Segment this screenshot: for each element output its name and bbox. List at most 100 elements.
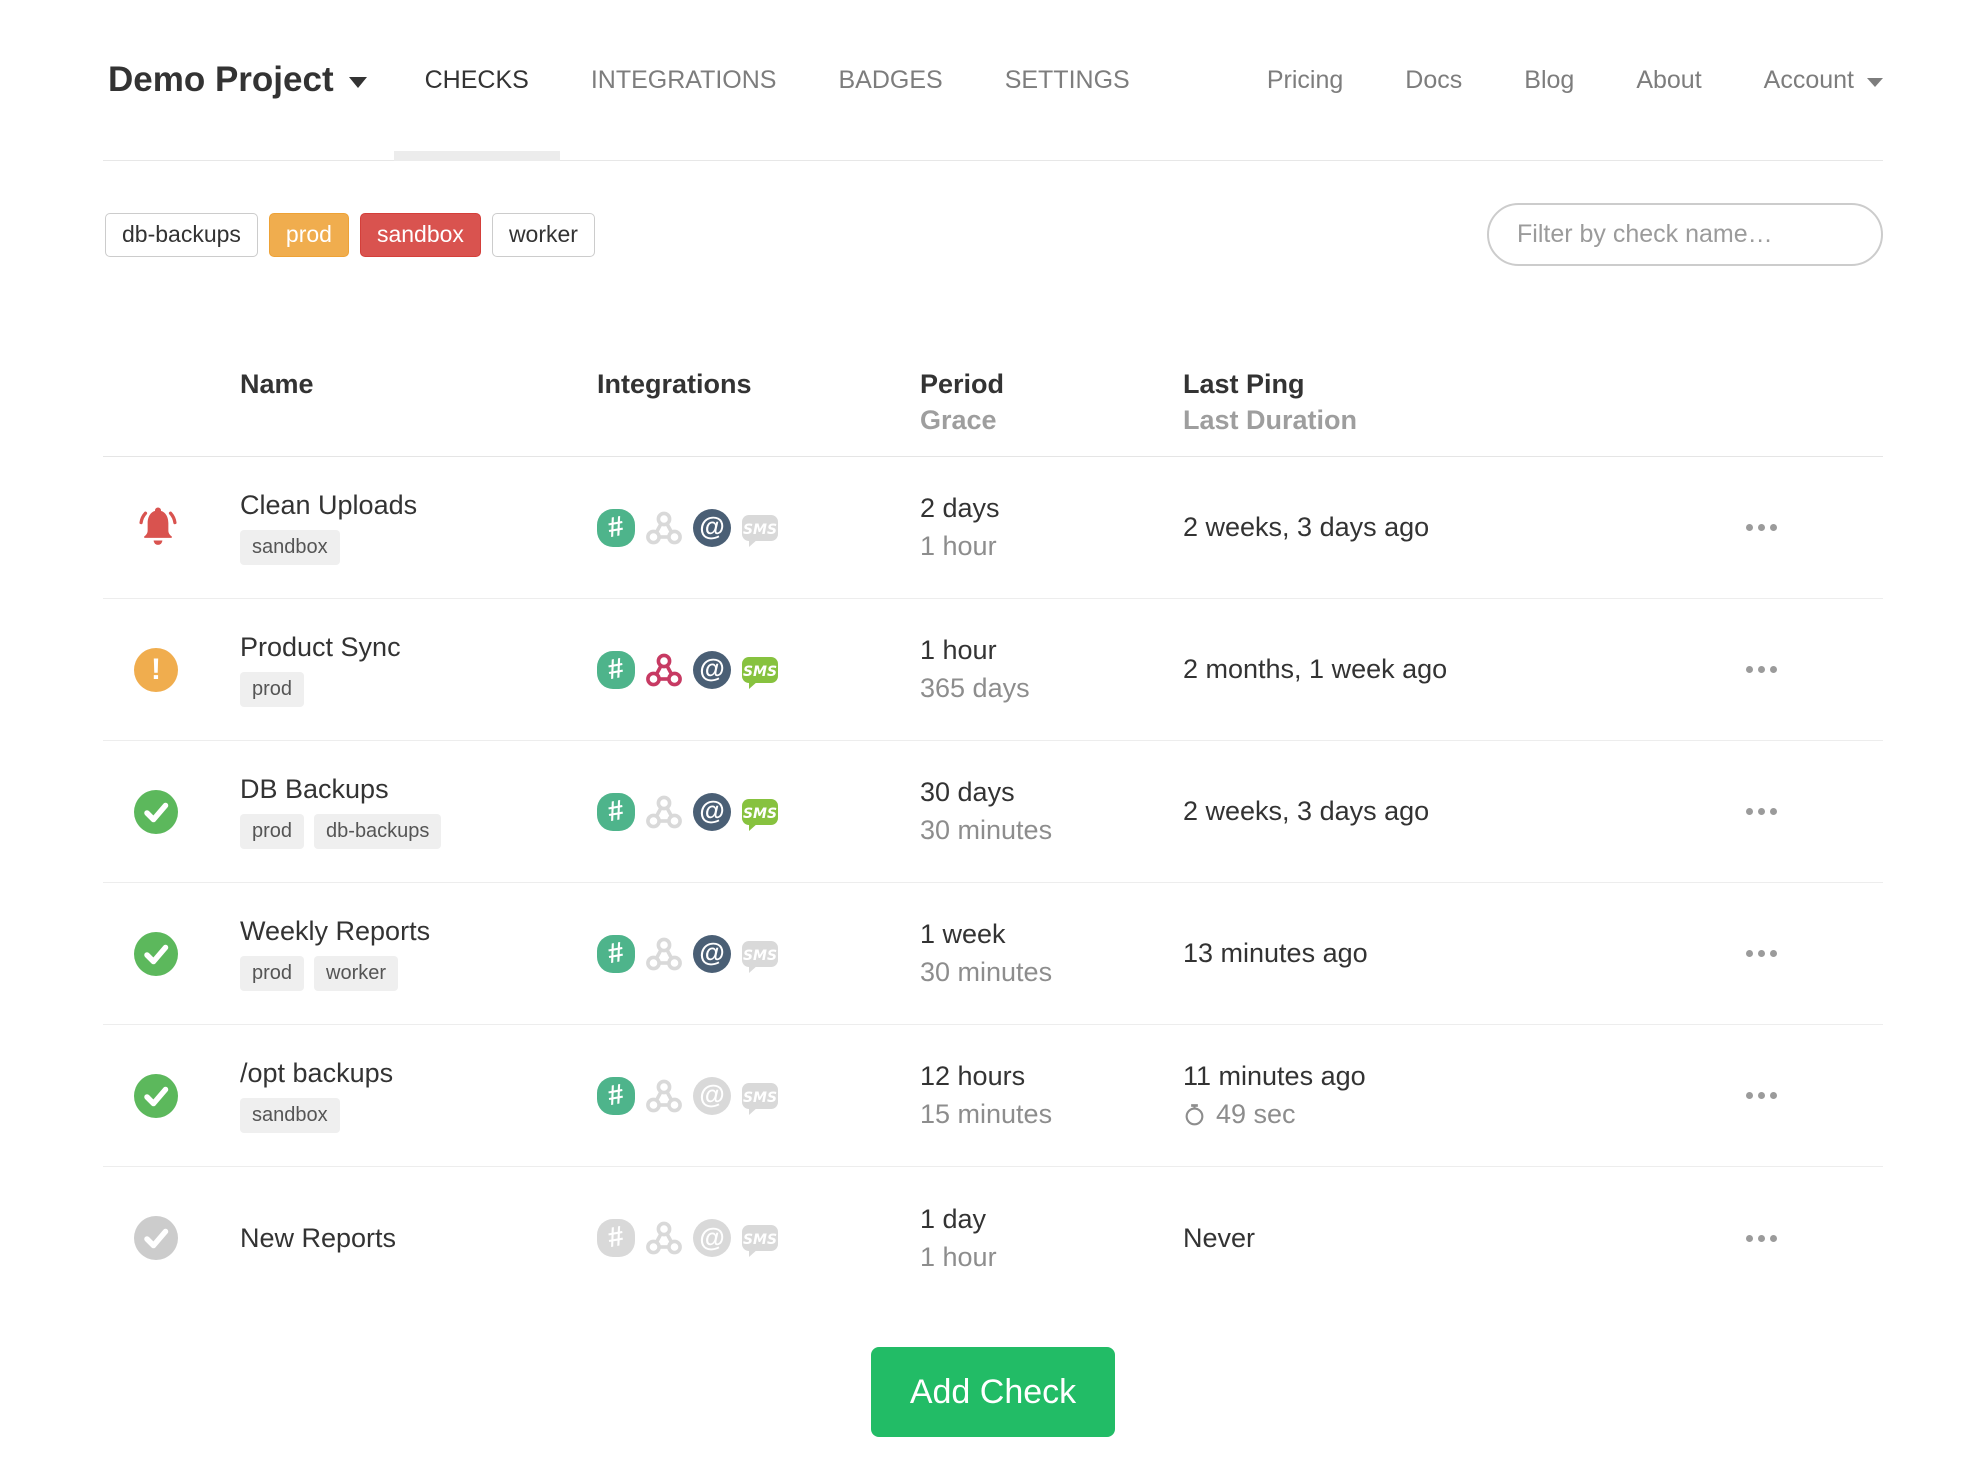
row-menu-button[interactable] <box>1734 938 1789 969</box>
nav-tabs: CHECKS INTEGRATIONS BADGES SETTINGS <box>393 0 1161 161</box>
stopwatch-icon <box>1185 1104 1204 1126</box>
header-period: Period <box>920 369 1005 399</box>
exclamation-icon: ! <box>134 647 178 692</box>
tag-chip: sandbox <box>240 1098 340 1133</box>
row-menu-button[interactable] <box>1734 1223 1789 1254</box>
check-name[interactable]: Weekly Reports <box>240 916 597 947</box>
check-name[interactable]: Product Sync <box>240 632 597 663</box>
last-ping-cell: 11 minutes ago 49 sec <box>1183 1061 1723 1130</box>
svg-text:SMS: SMS <box>743 522 777 538</box>
svg-text:SMS: SMS <box>743 664 777 680</box>
webhook-icon <box>645 793 683 831</box>
integrations-cell: # @ SMS <box>597 934 920 973</box>
ellipsis-icon <box>1746 1234 1753 1242</box>
last-ping-value: 2 weeks, 3 days ago <box>1183 796 1430 826</box>
row-menu-button[interactable] <box>1734 512 1789 543</box>
tab-settings[interactable]: SETTINGS <box>974 0 1161 160</box>
tab-checks[interactable]: CHECKS <box>393 0 561 161</box>
last-ping-value: 2 months, 1 week ago <box>1183 654 1448 684</box>
sms-icon: SMS <box>741 1077 779 1115</box>
sms-icon: SMS <box>741 793 779 831</box>
email-icon: @ <box>693 934 731 973</box>
nav-link-about[interactable]: About <box>1605 0 1732 160</box>
ellipsis-icon <box>1746 808 1753 815</box>
integrations-cell: # @ SMS <box>597 1076 920 1115</box>
account-menu[interactable]: Account <box>1733 0 1883 160</box>
name-cell: Product Sync prod <box>240 632 597 707</box>
last-ping-cell: 13 minutes ago <box>1183 938 1723 969</box>
table-row: Weekly Reports prod worker # @ SMS 1 wee… <box>103 883 1883 1025</box>
nav-link-docs[interactable]: Docs <box>1374 0 1493 160</box>
row-menu-cell <box>1723 796 1883 827</box>
chevron-down-icon <box>348 77 367 88</box>
integrations-cell: # @ SMS <box>597 1219 920 1257</box>
sms-icon: SMS <box>741 935 779 973</box>
header-period-grace: Period Grace <box>920 366 1183 438</box>
check-name[interactable]: DB Backups <box>240 774 597 805</box>
integrations-cell: # @ SMS <box>597 650 920 689</box>
table-header: Name Integrations Period Grace Last Ping… <box>103 366 1883 457</box>
project-menu[interactable]: Demo Project <box>108 60 367 100</box>
ellipsis-icon <box>1746 950 1753 957</box>
nav-link-pricing[interactable]: Pricing <box>1236 0 1374 160</box>
filter-tag-prod[interactable]: prod <box>268 212 349 257</box>
period-cell: 12 hours 15 minutes <box>920 1061 1183 1130</box>
tag-chip: prod <box>240 956 305 991</box>
header-last-duration: Last Duration <box>1183 405 1358 435</box>
filter-tag-worker[interactable]: worker <box>491 212 595 257</box>
grace-value: 30 minutes <box>920 815 1053 845</box>
check-name[interactable]: New Reports <box>240 1223 597 1254</box>
row-menu-cell <box>1723 1223 1883 1254</box>
tab-integrations[interactable]: INTEGRATIONS <box>560 0 808 160</box>
search-input[interactable] <box>1487 203 1883 266</box>
svg-text:SMS: SMS <box>743 1090 777 1106</box>
table-row: Clean Uploads sandbox # @ SMS 2 days 1 h… <box>103 457 1883 599</box>
webhook-icon <box>645 935 683 973</box>
check-name[interactable]: Clean Uploads <box>240 490 597 521</box>
svg-text:SMS: SMS <box>743 948 777 964</box>
status-cell <box>103 931 240 976</box>
email-icon: @ <box>693 1076 731 1115</box>
last-ping-value: 13 minutes ago <box>1183 938 1368 968</box>
nav-link-blog[interactable]: Blog <box>1493 0 1605 160</box>
tab-badges[interactable]: BADGES <box>807 0 973 160</box>
period-cell: 1 week 30 minutes <box>920 919 1183 988</box>
name-cell: Weekly Reports prod worker <box>240 916 597 991</box>
period-value: 2 days <box>920 493 1000 523</box>
check-name[interactable]: /opt backups <box>240 1058 597 1089</box>
header-grace: Grace <box>920 405 997 435</box>
table-row: DB Backups prod db-backups # @ SMS 30 da… <box>103 741 1883 883</box>
add-check-button[interactable]: Add Check <box>871 1347 1115 1437</box>
name-cell: Clean Uploads sandbox <box>240 490 597 565</box>
filter-tag-db-backups[interactable]: db-backups <box>105 212 258 257</box>
status-cell <box>103 504 240 552</box>
header-last-ping: Last Ping <box>1183 369 1305 399</box>
name-cell: DB Backups prod db-backups <box>240 774 597 849</box>
period-value: 1 week <box>920 919 1006 949</box>
last-ping-cell: Never <box>1183 1223 1723 1254</box>
period-cell: 1 day 1 hour <box>920 1204 1183 1273</box>
checks-table-body: Clean Uploads sandbox # @ SMS 2 days 1 h… <box>103 457 1883 1309</box>
page: Demo Project CHECKS INTEGRATIONS BADGES SET… <box>103 0 1883 1437</box>
period-value: 12 hours <box>920 1061 1026 1091</box>
sms-icon: SMS <box>741 651 779 689</box>
grace-value: 365 days <box>920 673 1030 703</box>
row-menu-button[interactable] <box>1734 654 1789 685</box>
header-name: Name <box>240 369 314 399</box>
filter-tag-sandbox[interactable]: sandbox <box>359 212 481 257</box>
tag-chip: prod <box>240 814 305 849</box>
last-ping-cell: 2 weeks, 3 days ago <box>1183 512 1723 543</box>
svg-text:SMS: SMS <box>743 806 777 822</box>
period-cell: 1 hour 365 days <box>920 635 1183 704</box>
row-menu-button[interactable] <box>1734 796 1789 827</box>
status-cell: ! <box>103 647 240 692</box>
table-row: /opt backups sandbox # @ SMS 12 hours 15… <box>103 1025 1883 1167</box>
check-icon <box>134 931 178 976</box>
status-cell <box>103 1073 240 1118</box>
tag-chip: db-backups <box>314 814 442 849</box>
check-tags: prod <box>240 672 597 707</box>
row-menu-button[interactable] <box>1734 1080 1789 1111</box>
header-lastping-duration: Last Ping Last Duration <box>1183 366 1723 438</box>
slack-icon: # <box>597 650 635 689</box>
last-duration: 49 sec <box>1183 1099 1723 1130</box>
